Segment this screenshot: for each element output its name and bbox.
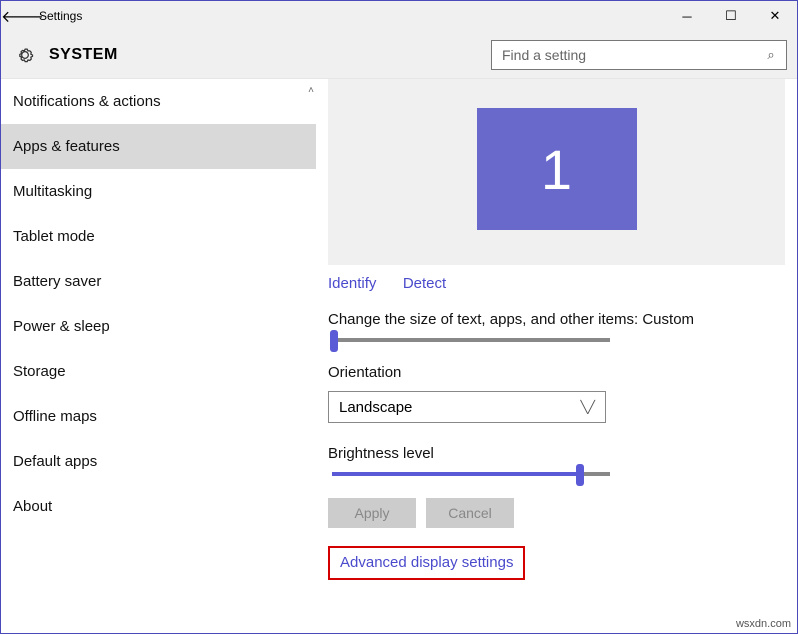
app-header: SYSTEM Find a setting ⌕ <box>1 31 797 79</box>
apply-button[interactable]: Apply <box>328 498 416 528</box>
minimize-button[interactable]: ─ <box>665 1 709 31</box>
detect-link[interactable]: Detect <box>403 275 446 292</box>
search-icon: ⌕ <box>756 47 786 63</box>
sidebar-item-default-apps[interactable]: Default apps <box>1 439 316 484</box>
cancel-button[interactable]: Cancel <box>426 498 514 528</box>
search-input[interactable]: Find a setting ⌕ <box>491 40 787 70</box>
slider-thumb[interactable] <box>576 464 584 486</box>
chevron-down-icon: ╲╱ <box>581 400 595 414</box>
sidebar: ˄ Notifications & actions Apps & feature… <box>1 79 316 633</box>
scale-slider[interactable] <box>332 338 610 342</box>
brightness-label: Brightness level <box>328 445 785 462</box>
window-controls: ─ ☐ ✕ <box>665 1 797 31</box>
close-button[interactable]: ✕ <box>753 1 797 31</box>
identify-link[interactable]: Identify <box>328 275 376 292</box>
search-placeholder: Find a setting <box>492 47 756 63</box>
advanced-display-settings-link[interactable]: Advanced display settings <box>340 554 513 571</box>
content: ˄ Notifications & actions Apps & feature… <box>1 79 797 633</box>
back-button[interactable]: 🡐 <box>1 6 31 27</box>
watermark: wsxdn.com <box>736 618 791 630</box>
scroll-up-icon[interactable]: ˄ <box>308 85 314 96</box>
titlebar: 🡐 Settings ─ ☐ ✕ <box>1 1 797 31</box>
orientation-value: Landscape <box>339 399 581 416</box>
sidebar-item-storage[interactable]: Storage <box>1 349 316 394</box>
slider-thumb[interactable] <box>330 330 338 352</box>
main-panel: 1 Identify Detect Change the size of tex… <box>316 79 797 633</box>
sidebar-item-multitasking[interactable]: Multitasking <box>1 169 316 214</box>
maximize-button[interactable]: ☐ <box>709 1 753 31</box>
sidebar-item-apps-features[interactable]: Apps & features <box>1 124 316 169</box>
advanced-highlight-box: Advanced display settings <box>328 546 525 580</box>
sidebar-item-battery-saver[interactable]: Battery saver <box>1 259 316 304</box>
page-title: SYSTEM <box>49 46 118 64</box>
sidebar-item-offline-maps[interactable]: Offline maps <box>1 394 316 439</box>
orientation-select[interactable]: Landscape ╲╱ <box>328 391 606 423</box>
orientation-label: Orientation <box>328 364 785 381</box>
display-links: Identify Detect <box>328 275 785 293</box>
sidebar-item-about[interactable]: About <box>1 484 316 529</box>
scale-label: Change the size of text, apps, and other… <box>328 311 785 328</box>
monitor-tile[interactable]: 1 <box>477 108 637 230</box>
display-preview: 1 <box>328 79 785 265</box>
gear-icon <box>15 45 35 65</box>
sidebar-item-tablet-mode[interactable]: Tablet mode <box>1 214 316 259</box>
sidebar-item-power-sleep[interactable]: Power & sleep <box>1 304 316 349</box>
action-buttons: Apply Cancel <box>328 498 785 528</box>
sidebar-item-notifications[interactable]: Notifications & actions <box>1 79 316 124</box>
brightness-slider[interactable] <box>332 472 610 476</box>
window-title: Settings <box>39 9 665 23</box>
